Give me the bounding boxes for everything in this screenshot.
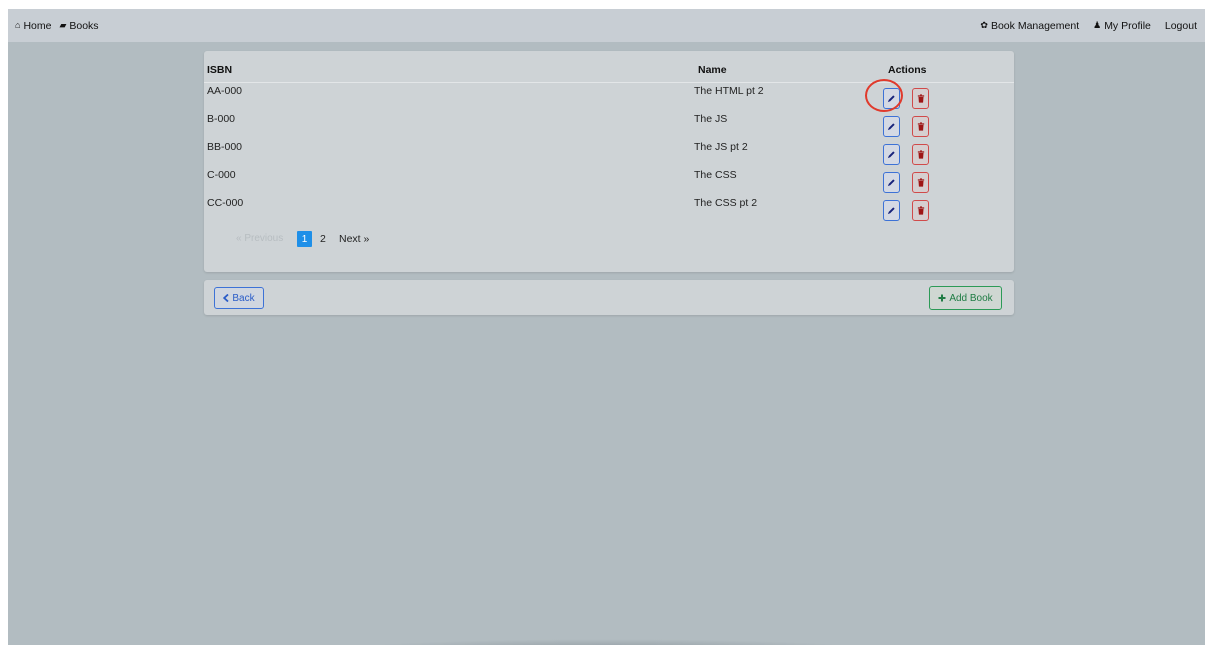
- nav-book-management-link[interactable]: ✿ Book Management: [980, 20, 1079, 32]
- name-cell: The CSS pt 2: [694, 197, 758, 209]
- isbn-cell: C-000: [207, 169, 236, 181]
- nav-books-label: Books: [69, 19, 99, 32]
- pagination: « Previous 1 2 Next »: [204, 231, 1014, 247]
- trash-icon: [917, 178, 924, 187]
- isbn-cell: CC-000: [207, 197, 244, 209]
- pencil-icon: [887, 95, 895, 103]
- table-row: BB-000 The JS pt 2: [204, 139, 1014, 167]
- bottom-shadow: [348, 639, 868, 645]
- footer-actions-card: Back Add Book: [204, 280, 1014, 315]
- name-cell: The JS pt 2: [694, 141, 748, 153]
- edit-button[interactable]: [883, 172, 900, 193]
- pencil-icon: [887, 123, 895, 131]
- user-icon: ♟: [1093, 20, 1102, 30]
- books-table-card: ISBN Name Actions AA-000 The HTML pt 2 B…: [204, 51, 1014, 272]
- delete-button[interactable]: [912, 200, 929, 221]
- gear-icon: ✿: [980, 20, 988, 30]
- edit-button[interactable]: [883, 144, 900, 165]
- trash-icon: [917, 150, 924, 159]
- book-icon: ▰: [59, 20, 67, 30]
- column-header-actions: Actions: [888, 64, 927, 76]
- table-row: CC-000 The CSS pt 2: [204, 195, 1014, 223]
- delete-button[interactable]: [912, 172, 929, 193]
- add-book-button[interactable]: Add Book: [929, 286, 1002, 310]
- column-header-name: Name: [698, 64, 727, 76]
- isbn-cell: AA-000: [207, 85, 243, 97]
- name-cell: The JS: [694, 113, 728, 125]
- isbn-cell: B-000: [207, 113, 236, 125]
- isbn-cell: BB-000: [207, 141, 243, 153]
- nav-my-profile-link[interactable]: ♟ My Profile: [1093, 20, 1151, 32]
- table-row: AA-000 The HTML pt 2: [204, 83, 1014, 111]
- nav-home-label: Home: [23, 19, 52, 32]
- table-row: C-000 The CSS: [204, 167, 1014, 195]
- trash-icon: [917, 206, 924, 215]
- table-row: B-000 The JS: [204, 111, 1014, 139]
- back-button[interactable]: Back: [214, 287, 264, 309]
- top-navbar: ⌂ Home ▰ Books ✿ Book Management ♟ My Pr…: [8, 9, 1205, 42]
- nav-right: ✿ Book Management ♟ My Profile Logout: [966, 20, 1205, 32]
- nav-book-management-label: Book Management: [990, 19, 1080, 32]
- pagination-next[interactable]: Next »: [339, 233, 369, 245]
- back-button-label: Back: [232, 292, 255, 304]
- chevron-left-icon: [223, 294, 229, 302]
- name-cell: The HTML pt 2: [694, 85, 764, 97]
- app-window: ⌂ Home ▰ Books ✿ Book Management ♟ My Pr…: [8, 9, 1205, 645]
- plus-icon: [938, 294, 946, 302]
- nav-my-profile-label: My Profile: [1104, 19, 1151, 32]
- delete-button[interactable]: [912, 88, 929, 109]
- edit-button[interactable]: [883, 200, 900, 221]
- nav-left: ⌂ Home ▰ Books: [8, 20, 107, 32]
- pencil-icon: [887, 207, 895, 215]
- edit-button[interactable]: [883, 88, 900, 109]
- edit-button[interactable]: [883, 116, 900, 137]
- column-header-isbn: ISBN: [207, 64, 233, 76]
- trash-icon: [917, 94, 924, 103]
- home-icon: ⌂: [15, 20, 21, 30]
- pencil-icon: [887, 151, 895, 159]
- pagination-page-2[interactable]: 2: [320, 233, 326, 245]
- nav-home-link[interactable]: ⌂ Home: [15, 20, 51, 32]
- name-cell: The CSS: [694, 169, 737, 181]
- pagination-page-1[interactable]: 1: [297, 231, 312, 247]
- nav-logout-label: Logout: [1164, 19, 1197, 32]
- delete-button[interactable]: [912, 144, 929, 165]
- trash-icon: [917, 122, 924, 131]
- pagination-previous: « Previous: [236, 233, 284, 244]
- add-book-button-label: Add Book: [949, 292, 993, 304]
- nav-logout-link[interactable]: Logout: [1165, 20, 1197, 32]
- nav-books-link[interactable]: ▰ Books: [59, 20, 98, 32]
- delete-button[interactable]: [912, 116, 929, 137]
- pencil-icon: [887, 179, 895, 187]
